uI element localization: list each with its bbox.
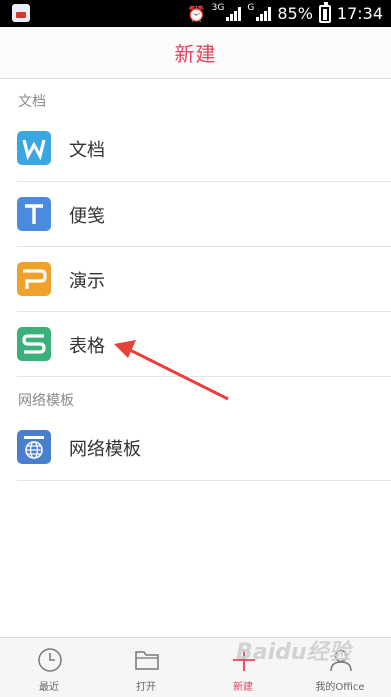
clock-icon <box>38 648 62 672</box>
nav-label: 最近 <box>39 682 59 693</box>
nav-label: 新建 <box>233 682 253 693</box>
watermark: Baidu经验 <box>236 640 351 665</box>
nav-recent[interactable]: 最近 <box>4 638 94 697</box>
nav-label: 打开 <box>136 682 156 693</box>
folder-icon <box>135 651 159 670</box>
nav-label: 我的Office <box>315 682 365 693</box>
nav-open[interactable]: 打开 <box>101 638 191 697</box>
annotation-arrow <box>114 340 229 401</box>
